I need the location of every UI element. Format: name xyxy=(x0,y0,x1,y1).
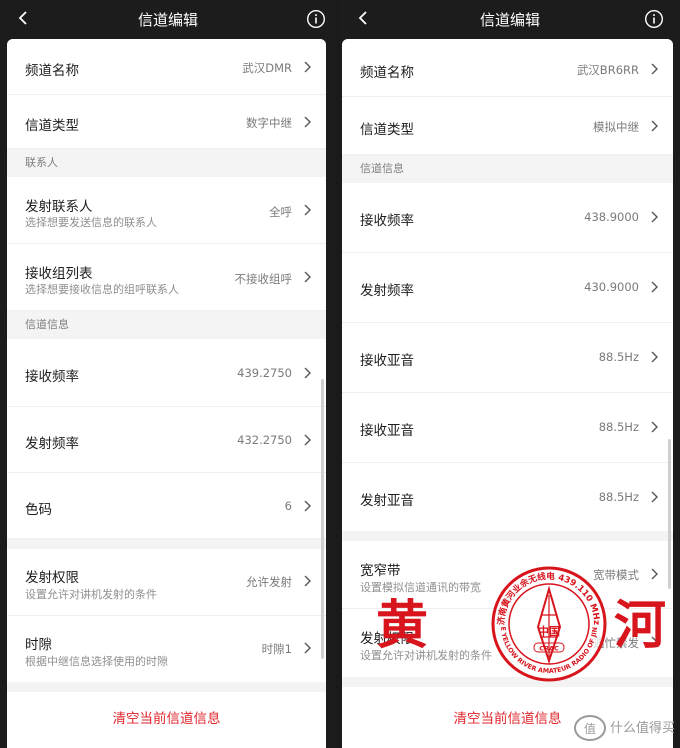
row-title: 接收亚音 xyxy=(360,423,414,439)
seal-center-text: 中国 xyxy=(538,624,560,638)
row-title: 时隙 xyxy=(25,637,52,653)
watermark-text: 什么值得买 xyxy=(610,721,676,736)
row-title: 信道类型 xyxy=(25,118,79,134)
chevron-right-icon xyxy=(651,120,658,132)
scrollbar[interactable] xyxy=(668,439,671,589)
rx-tone-row-2[interactable]: 接收亚音 88.5Hz xyxy=(342,393,673,463)
row-title: 接收频率 xyxy=(25,369,79,385)
club-seal-logo: 济南黄河业余无线电 439.110 MHz THE YELLOW RIVER A… xyxy=(490,565,607,682)
row-value: 88.5Hz xyxy=(598,420,639,434)
chevron-right-icon xyxy=(304,367,311,379)
info-icon[interactable] xyxy=(306,9,326,29)
chevron-right-icon xyxy=(304,575,311,587)
chevron-right-icon xyxy=(651,63,658,75)
chevron-right-icon xyxy=(304,61,311,73)
chevron-right-icon xyxy=(651,351,658,363)
row-title: 发射频率 xyxy=(360,283,414,299)
page-title: 信道编辑 xyxy=(479,11,540,29)
seal-badge-text: CRAC xyxy=(539,645,559,653)
stamp-character-right: 河 xyxy=(614,595,667,656)
chevron-right-icon xyxy=(651,421,658,433)
row-value: 时隙1 xyxy=(261,642,292,656)
row-value: 6 xyxy=(284,499,292,513)
row-title: 接收组列表 xyxy=(25,266,93,282)
tx-permission-row[interactable]: 发射权限 设置允许对讲机发射的条件 允许发射 xyxy=(7,549,326,616)
row-value: 数字中继 xyxy=(246,116,292,130)
chevron-right-icon xyxy=(651,281,658,293)
row-subtitle: 选择想要发送信息的联系人 xyxy=(25,216,157,229)
tx-contact-row[interactable]: 发射联系人 选择想要发送信息的联系人 全呼 xyxy=(7,177,326,244)
settings-card: 频道名称 武汉DMR 信道类型 数字中继 联系人 发射联系人 选择想要发送信息的… xyxy=(7,39,326,748)
row-title: 接收频率 xyxy=(360,213,414,229)
row-title: 发射亚音 xyxy=(360,493,414,509)
rx-group-row[interactable]: 接收组列表 选择想要接收信息的组呼联系人 不接收组呼 xyxy=(7,244,326,311)
row-title: 信道类型 xyxy=(360,122,414,138)
row-title: 色码 xyxy=(25,502,52,518)
watermark-logo-text: 值 xyxy=(584,721,596,736)
nav-bar: 信道编辑 xyxy=(0,0,336,38)
section-divider xyxy=(7,682,326,692)
rx-freq-row[interactable]: 接收频率 438.9000 xyxy=(342,183,673,253)
row-title: 发射频率 xyxy=(25,436,79,452)
row-subtitle: 设置允许对讲机发射的条件 xyxy=(25,588,157,601)
channel-type-row[interactable]: 信道类型 数字中继 xyxy=(7,95,326,149)
section-header-channel-info: 信道信息 xyxy=(342,155,673,183)
row-value: 438.9000 xyxy=(584,210,639,224)
page-title: 信道编辑 xyxy=(137,11,198,29)
row-title: 宽窄带 xyxy=(360,563,401,579)
tx-tone-row[interactable]: 发射亚音 88.5Hz xyxy=(342,463,673,531)
row-subtitle: 设置模拟信道通讯的带宽 xyxy=(360,581,481,594)
tx-freq-row[interactable]: 发射频率 430.9000 xyxy=(342,253,673,323)
row-value: 全呼 xyxy=(269,205,292,219)
nav-bar: 信道编辑 xyxy=(340,0,680,38)
left-screen: 信道编辑 频道名称 武汉DMR 信道类型 数字中继 联系人 发射联系人 选择想要… xyxy=(0,0,336,748)
clear-channel-button[interactable]: 清空当前信道信息 xyxy=(7,707,326,727)
info-icon[interactable] xyxy=(644,9,664,29)
timeslot-row[interactable]: 时隙 根据中继信息选择使用的时隙 时隙1 xyxy=(7,616,326,682)
row-value: 439.2750 xyxy=(237,366,292,380)
channel-type-row[interactable]: 信道类型 模拟中继 xyxy=(342,97,673,155)
section-divider xyxy=(342,531,673,541)
stamp-character-left: 黄 xyxy=(376,595,429,656)
rx-tone-row[interactable]: 接收亚音 88.5Hz xyxy=(342,323,673,393)
row-value: 88.5Hz xyxy=(598,490,639,504)
channel-name-row[interactable]: 频道名称 武汉BR6RR xyxy=(342,39,673,97)
row-value: 武汉BR6RR xyxy=(576,63,639,77)
row-subtitle: 选择想要接收信息的组呼联系人 xyxy=(25,283,179,296)
chevron-right-icon xyxy=(304,642,311,654)
channel-name-row[interactable]: 频道名称 武汉DMR xyxy=(7,39,326,95)
row-title: 频道名称 xyxy=(360,65,414,81)
row-value: 88.5Hz xyxy=(598,350,639,364)
row-value: 允许发射 xyxy=(246,575,292,589)
chevron-right-icon xyxy=(304,434,311,446)
chevron-right-icon xyxy=(304,500,311,512)
tx-freq-row[interactable]: 发射频率 432.2750 xyxy=(7,407,326,473)
chevron-right-icon xyxy=(651,491,658,503)
row-value: 武汉DMR xyxy=(242,61,292,75)
chevron-right-icon xyxy=(651,211,658,223)
row-title: 发射权限 xyxy=(25,570,79,586)
chevron-right-icon xyxy=(304,116,311,128)
chevron-right-icon xyxy=(651,568,658,580)
chevron-right-icon xyxy=(304,204,311,216)
row-value: 430.9000 xyxy=(584,280,639,294)
section-header-channel-info: 信道信息 xyxy=(7,311,326,339)
color-code-row[interactable]: 色码 6 xyxy=(7,473,326,539)
chevron-right-icon xyxy=(304,271,311,283)
row-value: 不接收组呼 xyxy=(234,272,293,286)
section-divider xyxy=(7,539,326,549)
row-value: 模拟中继 xyxy=(593,120,639,134)
row-title: 频道名称 xyxy=(25,63,79,79)
section-header-contacts: 联系人 xyxy=(7,149,326,177)
row-title: 接收亚音 xyxy=(360,353,414,369)
watermark-logo-icon: 值 xyxy=(574,715,606,741)
rx-freq-row[interactable]: 接收频率 439.2750 xyxy=(7,339,326,407)
row-subtitle: 根据中继信息选择使用的时隙 xyxy=(25,655,168,668)
row-title: 发射联系人 xyxy=(25,199,93,215)
scrollbar[interactable] xyxy=(321,379,324,659)
row-value: 432.2750 xyxy=(237,433,292,447)
